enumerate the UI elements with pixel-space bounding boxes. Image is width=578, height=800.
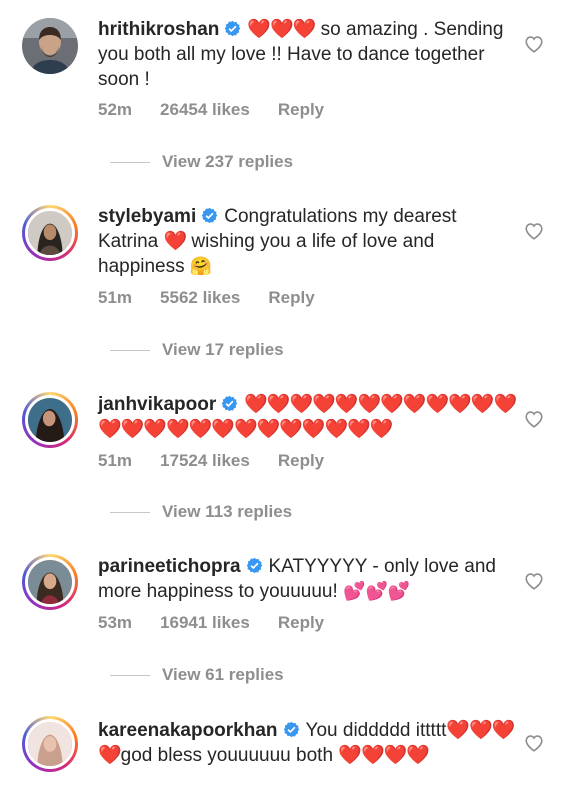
view-replies-label: View 61 replies	[162, 665, 284, 684]
view-replies-button[interactable]: View 237 replies	[110, 151, 293, 173]
view-replies-label: View 17 replies	[162, 340, 284, 359]
divider	[110, 162, 150, 164]
heart-outline-icon[interactable]	[524, 410, 544, 428]
avatar-photo-icon	[28, 560, 72, 604]
avatar[interactable]	[22, 392, 78, 448]
view-replies-button[interactable]: View 17 replies	[110, 339, 284, 361]
reply-button[interactable]: Reply	[278, 613, 324, 632]
heart-emojis-end: ❤️❤️❤️❤️	[338, 745, 430, 766]
avatar-photo-icon	[28, 211, 72, 255]
reply-button[interactable]: Reply	[268, 288, 314, 307]
timestamp: 53m	[98, 613, 133, 632]
divider	[110, 512, 150, 514]
avatar-photo-icon	[28, 398, 72, 442]
comment-meta: 52m 26454 likes Reply	[98, 99, 352, 121]
timestamp: 52m	[98, 100, 133, 119]
likes-count[interactable]: 16941 likes	[160, 613, 250, 632]
comment-text: parineetichopra KATYYYYY - only love and …	[98, 554, 518, 604]
verified-badge-icon	[246, 557, 263, 574]
username[interactable]: janhvikapoor	[98, 394, 216, 415]
timestamp: 51m	[98, 288, 133, 307]
comment-text: stylebyami Congratulations my dearest Kat…	[98, 204, 518, 279]
hugging-face-emoji: 🤗	[189, 256, 213, 276]
comment-meta: 51m 5562 likes Reply	[98, 287, 343, 309]
divider	[110, 675, 150, 677]
verified-badge-icon	[221, 395, 238, 412]
heart-outline-icon[interactable]	[524, 572, 544, 590]
comment-text: hrithikroshan ❤️❤️❤️ so amazing . Sending…	[98, 17, 518, 92]
verified-badge-icon	[283, 721, 300, 738]
avatar-photo-icon	[28, 722, 72, 766]
heart-outline-icon[interactable]	[524, 734, 544, 752]
likes-count[interactable]: 17524 likes	[160, 451, 250, 470]
likes-count[interactable]: 26454 likes	[160, 100, 250, 119]
heart-outline-icon[interactable]	[524, 35, 544, 53]
view-replies-label: View 237 replies	[162, 152, 294, 171]
heart-emoji: ❤️	[163, 231, 187, 252]
comment-meta: 53m 16941 likes Reply	[98, 612, 352, 634]
username[interactable]: parineetichopra	[98, 556, 241, 577]
comment-body: You diddddd ittttt	[305, 720, 447, 741]
verified-badge-icon	[201, 207, 218, 224]
avatar-photo-icon	[22, 18, 78, 74]
divider	[110, 350, 150, 352]
view-replies-button[interactable]: View 113 replies	[110, 501, 292, 523]
username[interactable]: stylebyami	[98, 206, 196, 227]
avatar[interactable]	[22, 205, 78, 261]
comment-text: kareenakapoorkhan You diddddd ittttt ❤️❤️❤…	[98, 718, 518, 768]
username[interactable]: kareenakapoorkhan	[98, 720, 278, 741]
timestamp: 51m	[98, 451, 133, 470]
username[interactable]: hrithikroshan	[98, 19, 219, 40]
avatar[interactable]	[22, 554, 78, 610]
view-replies-button[interactable]: View 61 replies	[110, 664, 284, 686]
reply-button[interactable]: Reply	[278, 100, 324, 119]
comment-meta: 51m 17524 likes Reply	[98, 450, 352, 472]
comment-text: janhvikapoor ❤️❤️❤️❤️❤️❤️❤️❤️❤️❤️❤️❤️❤️❤️…	[98, 392, 518, 442]
view-replies-label: View 113 replies	[162, 502, 293, 521]
verified-badge-icon	[224, 20, 241, 37]
avatar[interactable]	[22, 716, 78, 772]
heart-outline-icon[interactable]	[524, 222, 544, 240]
comment-body-cont: god bless youuuuuu both	[120, 745, 339, 766]
reply-button[interactable]: Reply	[278, 451, 324, 470]
avatar[interactable]	[22, 18, 78, 74]
two-hearts-emoji: 💕💕💕	[343, 581, 411, 601]
heart-emojis: ❤️❤️❤️	[247, 19, 316, 40]
likes-count[interactable]: 5562 likes	[160, 288, 240, 307]
